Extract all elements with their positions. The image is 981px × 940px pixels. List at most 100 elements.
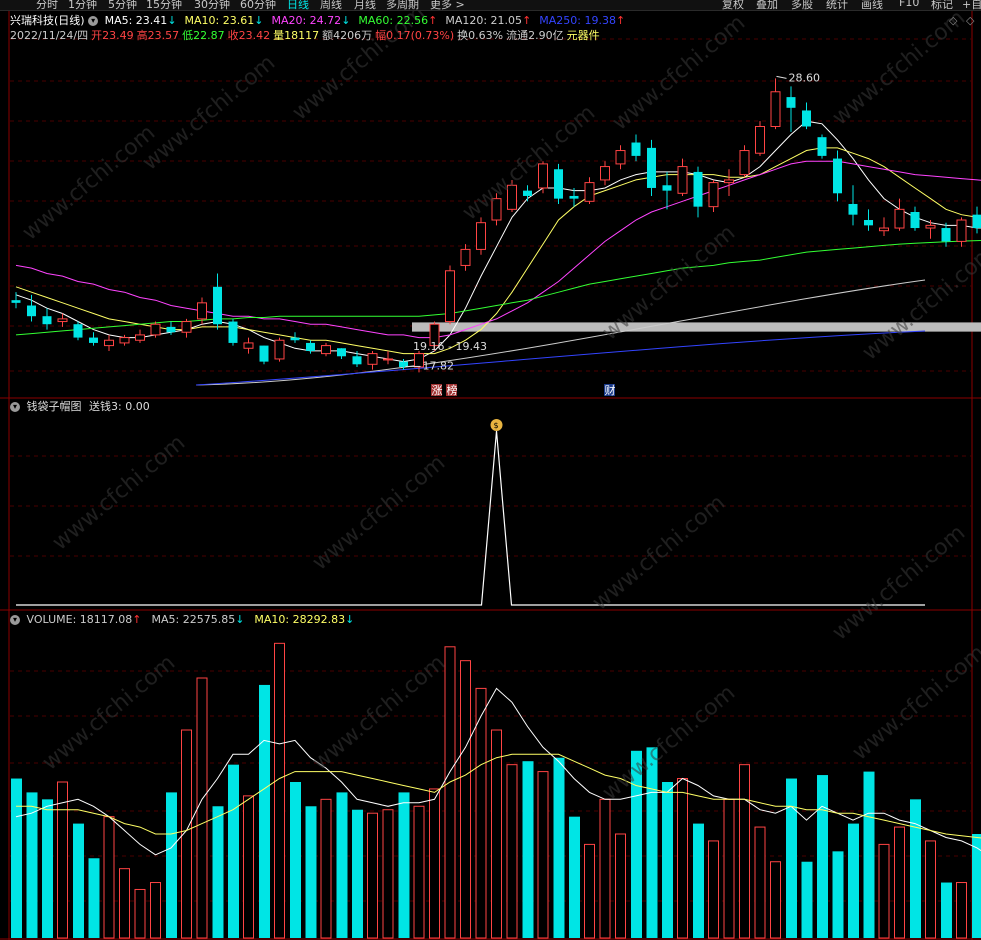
candle-body (89, 337, 98, 343)
watermark-text: www.cfchi.com (858, 240, 981, 365)
candle-body (383, 358, 393, 361)
candle-body (677, 166, 688, 194)
ma-legend-item: MA250: 19.38↑ (539, 14, 626, 27)
volume-bar (73, 823, 84, 938)
candle-body (523, 190, 532, 196)
watermark-text: www.cfchi.com (588, 490, 730, 615)
volume-bar (352, 809, 363, 938)
low-price-label: 17.82 (423, 359, 455, 372)
candle-body (554, 169, 563, 199)
candle-body (864, 220, 873, 226)
volume-bar (739, 764, 750, 939)
volume-bar (878, 843, 890, 939)
volume-bar (584, 843, 595, 939)
candle-body (615, 150, 626, 165)
quote-info-item: 开23.49 (91, 29, 134, 42)
candle-body (647, 147, 656, 188)
volume-bar (228, 764, 239, 938)
candle-body (274, 339, 285, 360)
header-line-1: 兴瑞科技(日线) ▾ MA5: 23.41↓ MA10: 23.61↓ MA20: … (10, 14, 633, 27)
volume-bar (894, 826, 905, 939)
candle-body (321, 345, 331, 355)
candle-body (119, 337, 130, 344)
candle-body (337, 348, 346, 357)
candle-body (197, 302, 207, 320)
volume-bar (444, 646, 456, 939)
volume-bar (956, 882, 967, 939)
volume-bar (290, 782, 301, 938)
tag-zhang: 涨 (432, 384, 443, 397)
candle-body (367, 353, 378, 365)
volume-bar (11, 778, 22, 938)
volume-bar (259, 684, 270, 938)
volume-bar (57, 781, 68, 939)
volume-bar (832, 851, 844, 938)
candle-body (352, 356, 362, 365)
volume-bar (537, 771, 549, 939)
volume-bar (305, 806, 317, 938)
quote-info-item: 额4206万 (322, 29, 373, 42)
chevron-down-icon[interactable]: ▾ (88, 16, 99, 26)
volume-bar (196, 677, 208, 939)
volume-bar (569, 816, 580, 938)
volume-bar (553, 757, 565, 938)
quote-info-item: 2022/11/24/四 (10, 29, 89, 42)
volume-bar (662, 782, 673, 938)
candle-body (817, 137, 827, 156)
candle-body (972, 214, 981, 229)
candle-body (73, 324, 83, 338)
volume-bar (910, 799, 921, 938)
volume-bar (925, 840, 936, 939)
candle-body (662, 185, 672, 191)
watermark-text: www.cfchi.com (308, 650, 450, 775)
volume-bar (42, 799, 53, 938)
volume-bar (429, 788, 440, 939)
quote-info-item: 元器件 (566, 29, 600, 42)
volume-bar (367, 812, 378, 939)
volume-bar (863, 771, 875, 938)
volume-bar (320, 798, 332, 939)
ma-legend-item: MA120: 21.05↑ (445, 14, 532, 27)
restore-icon[interactable]: ◇ (966, 14, 974, 27)
volume-bar (150, 882, 161, 939)
diamond-icon[interactable]: ◇ (949, 14, 957, 27)
volume-bar (119, 868, 130, 939)
volume-bar (817, 775, 828, 938)
candle-body (476, 222, 486, 250)
ma-legend-item: MA10: 23.61↓ (184, 14, 264, 27)
toolbar-button-5[interactable]: F10 (899, 0, 919, 9)
chevron-down-icon[interactable]: ▾ (10, 402, 20, 412)
candle-body (259, 345, 269, 362)
tag-cai: 财 (605, 383, 616, 397)
stock-chart: 28.60 17.82 19.16 - 19.43 涨榜 财 $ www.cfchi.com… (0, 11, 981, 940)
candle-body (894, 208, 905, 229)
band-range-label: 19.16 - 19.43 (413, 340, 487, 353)
candle-body (739, 150, 750, 176)
ma-legend: MA5: 23.41↓ MA10: 23.61↓ MA20: 24.72↓ MA60:… (105, 14, 634, 27)
quote-info-item: 换0.63% (457, 29, 504, 42)
watermark-text: www.cfchi.com (608, 11, 750, 136)
candle-body (290, 337, 300, 341)
watermark-text: www.cfchi.com (138, 50, 280, 175)
volume-bar (413, 805, 425, 939)
watermark-text: www.cfchi.com (828, 11, 970, 131)
volume-header: ▾ VOLUME: 18117.08↑ MA5: 22575.85↓ MA10: 2… (10, 613, 364, 626)
quote-info-item: 流通2.90亿 (506, 29, 564, 42)
candle-body (11, 300, 21, 303)
volume-bar (336, 792, 348, 938)
candle-body (243, 342, 254, 349)
chevron-down-icon[interactable]: ▾ (10, 615, 20, 625)
candle-body (631, 142, 641, 156)
stock-name: 兴瑞科技(日线) (10, 14, 85, 27)
indicator-title: 钱袋子帽图 (26, 400, 82, 413)
volume-bar (382, 809, 394, 939)
candle-body (104, 339, 114, 347)
candle-body (600, 166, 610, 181)
candle-body (833, 158, 842, 194)
watermark-text: www.cfchi.com (308, 450, 450, 575)
volume-bar (166, 792, 177, 938)
candle-body (925, 224, 936, 229)
period-toolbar: 分时 1分钟 5分钟 15分钟 30分钟 60分钟 日线 周线 月线 多周期 更多 > 复权 叠加 多股统… (0, 0, 981, 11)
volume-bar (88, 858, 100, 938)
volume-bar (848, 823, 859, 938)
